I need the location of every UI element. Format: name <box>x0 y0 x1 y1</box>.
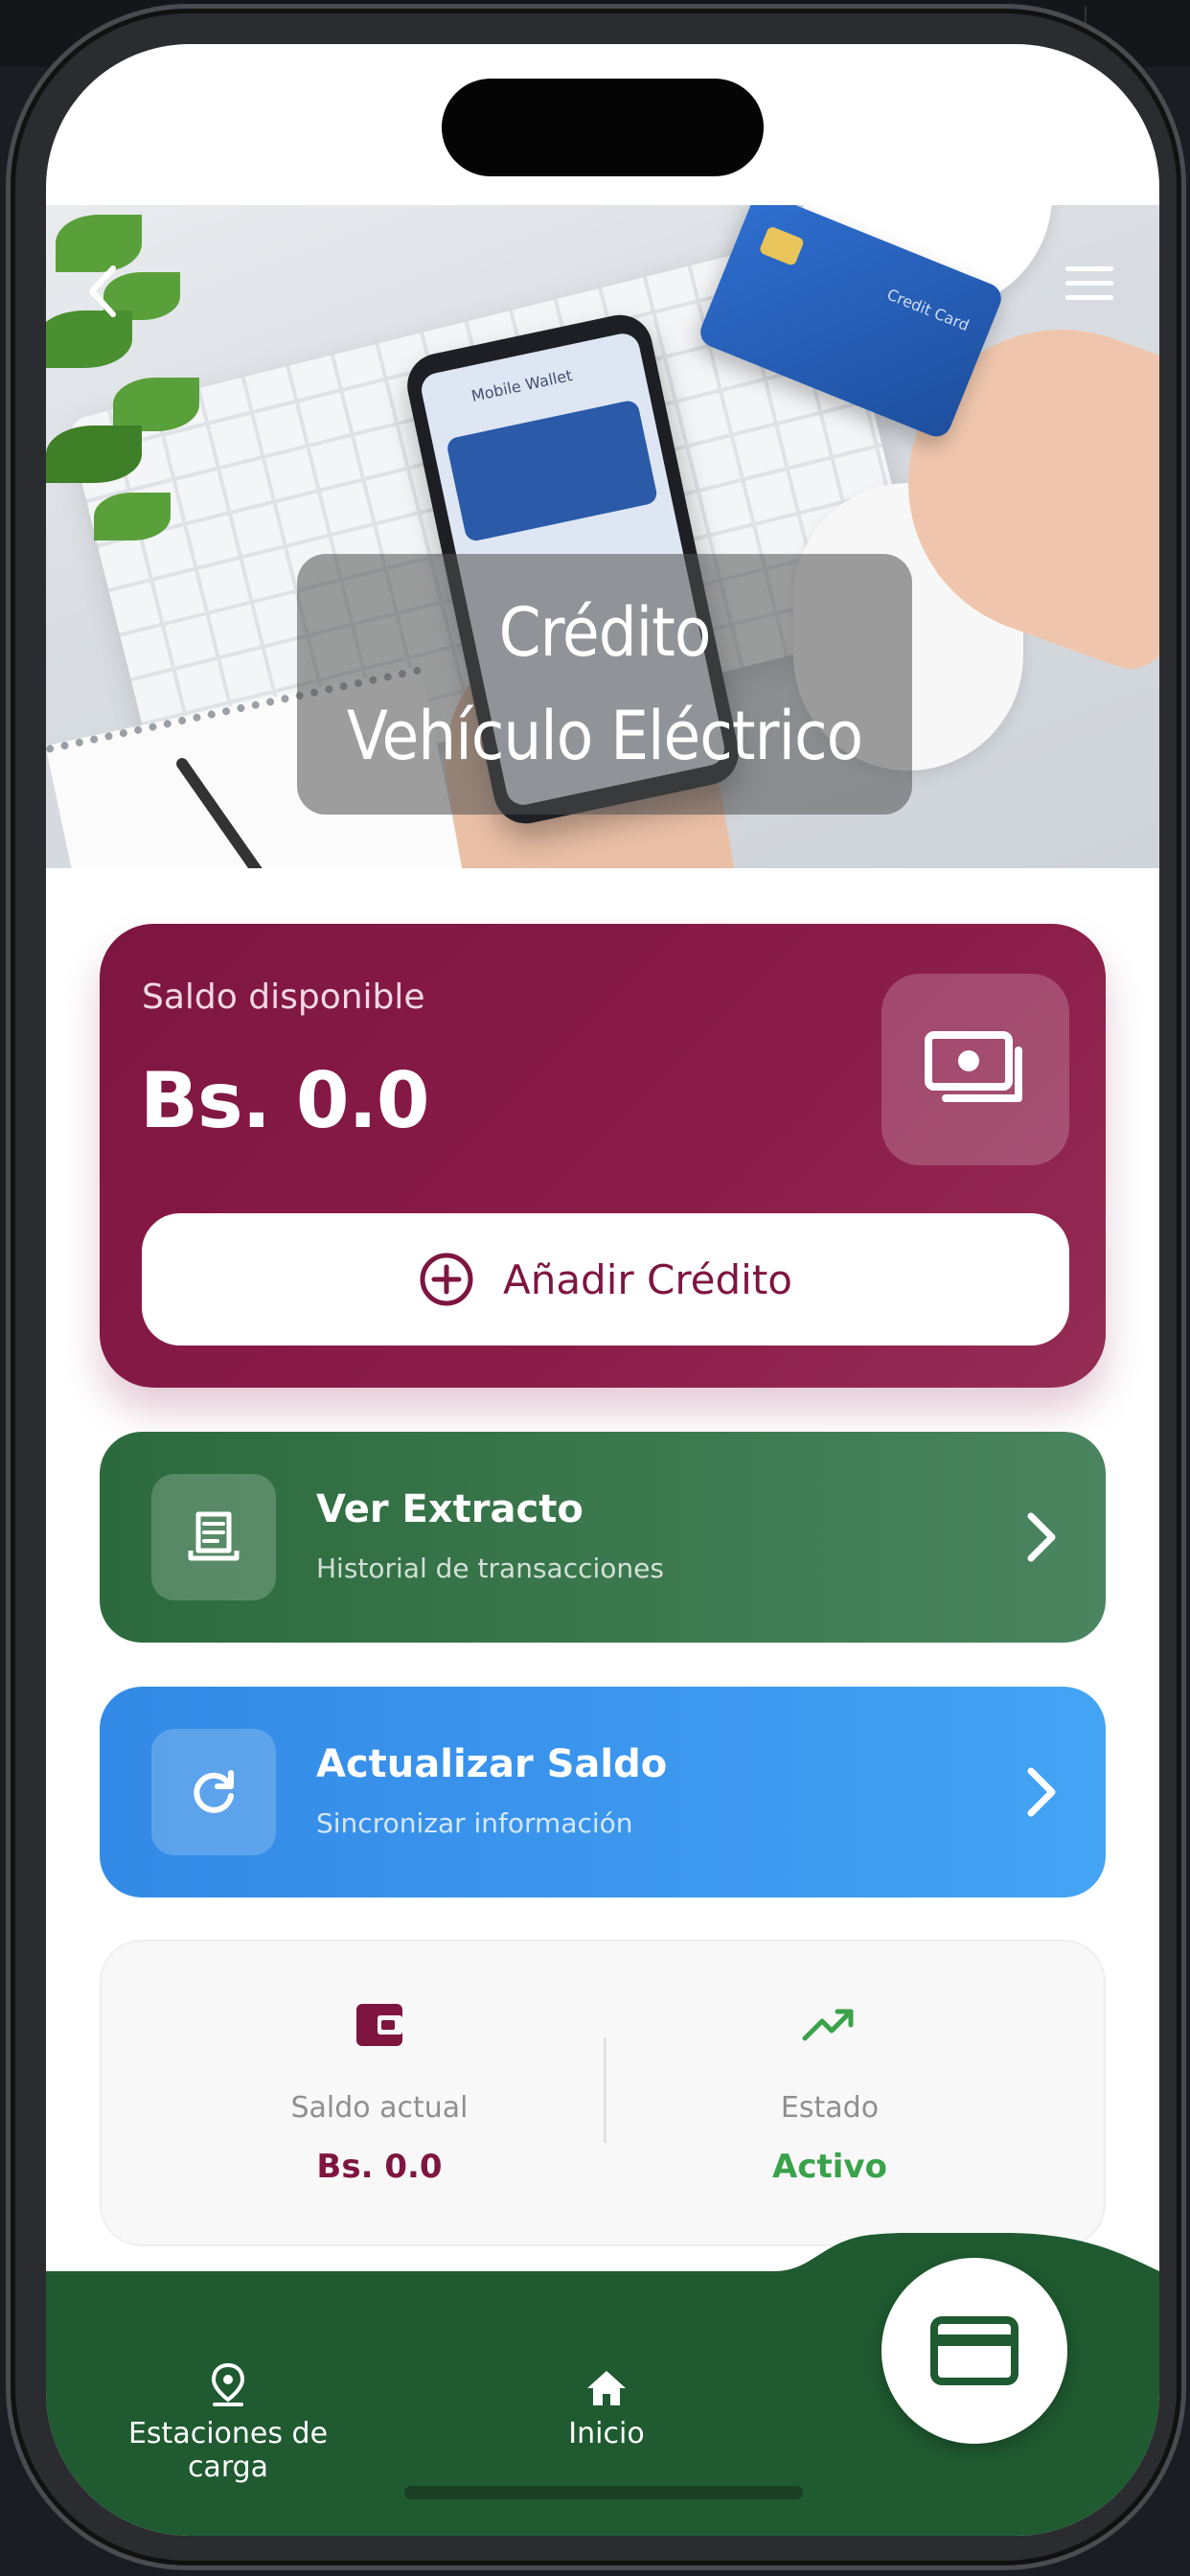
hero-banner: Mobile Wallet Credit Card Crédito Vehícu… <box>46 205 1159 868</box>
current-balance-value: Bs. 0.0 <box>316 2148 443 2186</box>
wallet-icon <box>356 2004 402 2046</box>
refresh-title: Actualizar Saldo <box>316 1742 668 1786</box>
plant-photo-element <box>46 205 228 617</box>
statement-icon-tile <box>151 1474 276 1600</box>
hamburger-menu-icon <box>1065 266 1113 271</box>
nav-charging-stations-label: Estaciones de carga <box>127 2417 329 2484</box>
hero-title-line2: Vehículo Eléctrico <box>346 697 863 775</box>
refresh-icon-tile <box>151 1729 276 1855</box>
menu-button[interactable] <box>1065 266 1113 305</box>
nav-home[interactable]: Inicio <box>535 2354 678 2450</box>
app-screen: Mobile Wallet Credit Card Crédito Vehícu… <box>46 44 1159 2536</box>
hero-title-box: Crédito Vehículo Eléctrico <box>297 554 912 815</box>
home-indicator <box>404 2486 803 2499</box>
plus-circle-icon <box>420 1253 473 1306</box>
money-stack-icon <box>925 1031 1022 1102</box>
status-caption: Estado <box>780 2091 880 2125</box>
chevron-left-icon <box>89 265 116 317</box>
receipt-icon <box>188 1511 240 1561</box>
balance-card: Saldo disponible Bs. 0.0 Añadir Crédito <box>100 924 1106 1388</box>
money-icon-tile <box>881 974 1069 1165</box>
phone-frame: Mobile Wallet Credit Card Crédito Vehícu… <box>6 4 1186 2570</box>
chevron-right-icon <box>1027 1767 1056 1817</box>
home-icon <box>587 2371 626 2405</box>
location-pin-icon <box>211 2362 245 2406</box>
credit-fab-button[interactable] <box>881 2258 1067 2444</box>
balance-amount: Bs. 0.0 <box>140 1056 430 1145</box>
refresh-subtitle: Sincronizar información <box>316 1807 633 1839</box>
nav-charging-stations[interactable]: Estaciones de carga <box>84 2354 372 2484</box>
card-brand-text: Credit Card <box>884 285 973 335</box>
phone-wallet-text: Mobile Wallet <box>469 365 574 405</box>
status-value: Activo <box>772 2148 887 2186</box>
nav-home-label: Inicio <box>568 2417 645 2450</box>
trending-up-icon <box>802 2009 854 2041</box>
balance-label: Saldo disponible <box>142 978 425 1017</box>
current-balance-caption: Saldo actual <box>290 2091 469 2125</box>
summary-divider <box>604 2037 606 2143</box>
credit-card-icon <box>930 2316 1018 2385</box>
back-button[interactable] <box>84 263 123 330</box>
add-credit-button[interactable]: Añadir Crédito <box>142 1213 1069 1346</box>
add-credit-label: Añadir Crédito <box>502 1255 793 1303</box>
summary-panel: Saldo actual Bs. 0.0 Estado Activo <box>100 1940 1106 2246</box>
refresh-balance-button[interactable]: Actualizar Saldo Sincronizar información <box>100 1687 1106 1898</box>
view-statement-button[interactable]: Ver Extracto Historial de transacciones <box>100 1432 1106 1643</box>
current-balance-summary: Saldo actual Bs. 0.0 <box>178 1991 581 2186</box>
dynamic-island <box>442 79 764 176</box>
statement-title: Ver Extracto <box>316 1487 584 1531</box>
chevron-right-icon <box>1027 1512 1056 1562</box>
refresh-icon <box>194 1770 234 1813</box>
hero-title-line1: Crédito <box>498 593 712 672</box>
status-summary: Estado Activo <box>629 1991 1031 2186</box>
statement-subtitle: Historial de transacciones <box>316 1552 664 1584</box>
